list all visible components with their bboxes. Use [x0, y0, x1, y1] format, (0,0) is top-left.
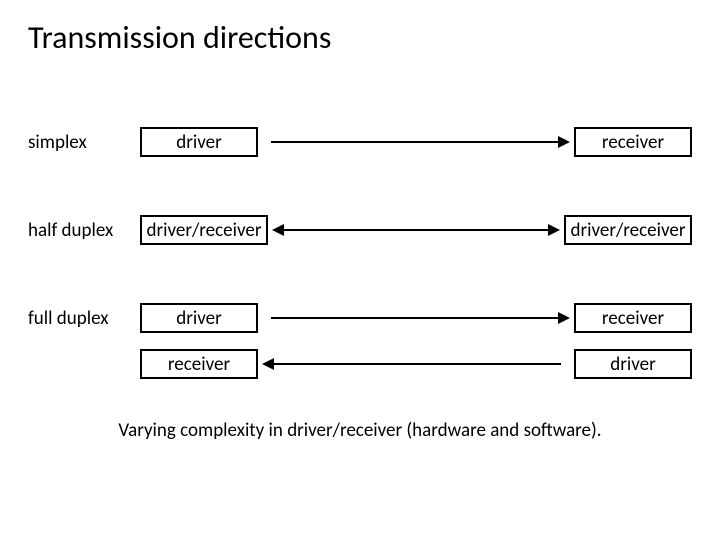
arrow-right-icon [558, 136, 570, 148]
box-full-duplex-2-left: receiver [140, 349, 258, 379]
box-half-duplex-right: driver/receiver [564, 215, 692, 245]
box-simplex-right: receiver [574, 127, 692, 157]
row-full-duplex-1: full duplex driver receiver [28, 303, 692, 333]
caption-text: Varying complexity in driver/receiver (h… [28, 419, 692, 442]
arrow-full-duplex-2 [262, 362, 570, 366]
arrow-line-icon [271, 363, 561, 365]
row-full-duplex-2: receiver driver [28, 349, 692, 379]
arrow-right-icon [548, 224, 560, 236]
box-full-duplex-1-right: receiver [574, 303, 692, 333]
label-simplex: simplex [28, 131, 140, 154]
box-full-duplex-2-right: driver [574, 349, 692, 379]
row-half-duplex: half duplex driver/receiver driver/recei… [28, 215, 692, 245]
row-simplex: simplex driver receiver [28, 127, 692, 157]
page-title: Transmission directions [28, 18, 692, 57]
box-half-duplex-left: driver/receiver [140, 215, 268, 245]
label-half-duplex: half duplex [28, 219, 140, 242]
arrow-simplex [262, 140, 570, 144]
arrow-line-icon [281, 229, 551, 231]
arrow-right-icon [558, 312, 570, 324]
arrow-half-duplex [272, 228, 560, 232]
box-full-duplex-1-left: driver [140, 303, 258, 333]
arrow-line-icon [271, 317, 561, 319]
box-simplex-left: driver [140, 127, 258, 157]
arrow-line-icon [271, 141, 561, 143]
label-full-duplex: full duplex [28, 307, 140, 330]
arrow-full-duplex-1 [262, 316, 570, 320]
